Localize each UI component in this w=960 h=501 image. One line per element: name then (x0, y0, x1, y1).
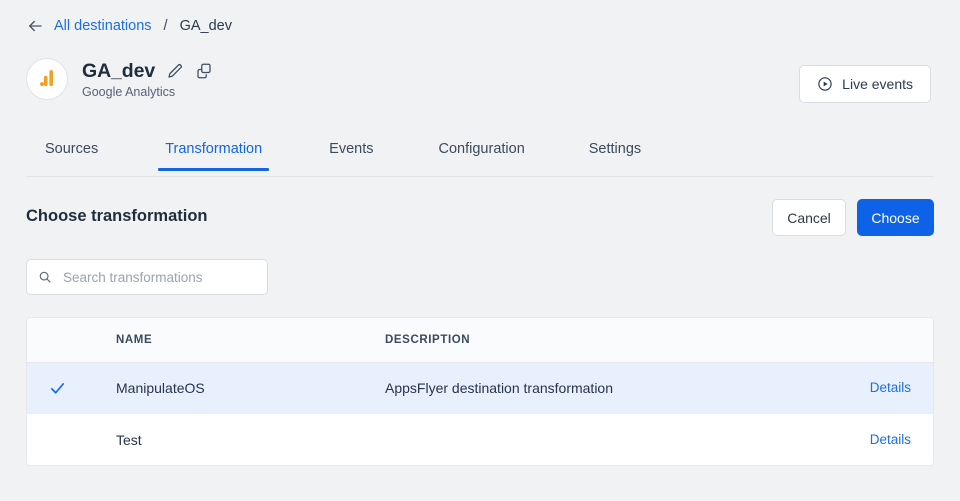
table-header-row: NAME DESCRIPTION (27, 318, 933, 363)
arrow-left-icon[interactable] (26, 17, 44, 35)
column-header-name-label: NAME (116, 334, 153, 346)
avatar (26, 58, 68, 100)
section-actions: Cancel Choose (772, 199, 934, 236)
breadcrumb: All destinations / GA_dev (26, 17, 232, 35)
google-analytics-logo (40, 70, 54, 87)
destination-meta: GA_dev Google Analytics (82, 60, 213, 99)
column-header-name: NAME (87, 334, 359, 346)
tab-bar-divider (26, 176, 934, 177)
search-box[interactable] (26, 259, 268, 295)
check-icon (50, 382, 64, 394)
row-description: AppsFlyer destination transformation (385, 380, 613, 396)
cancel-button[interactable]: Cancel (772, 199, 846, 236)
row-actions: Details (793, 379, 933, 397)
row-select-check[interactable] (27, 380, 87, 397)
destination-subtitle: Google Analytics (82, 84, 176, 99)
copy-icon[interactable] (195, 62, 213, 80)
choose-button[interactable]: Choose (857, 199, 934, 236)
row-name: Test (116, 431, 142, 448)
details-link[interactable]: Details (870, 380, 911, 395)
tab-events[interactable]: Events (323, 140, 379, 171)
tab-bar: Sources Transformation Events Configurat… (26, 140, 934, 176)
breadcrumb-current: GA_dev (179, 18, 232, 34)
section-title: Choose transformation (26, 207, 208, 225)
breadcrumb-link-all-destinations[interactable]: All destinations (54, 17, 152, 35)
tab-settings[interactable]: Settings (583, 140, 647, 171)
destination-title-row: GA_dev (82, 60, 213, 83)
tab-transformation[interactable]: Transformation (158, 140, 270, 171)
live-events-label: Live events (842, 76, 913, 92)
pencil-icon[interactable] (166, 62, 184, 80)
row-actions: Details (793, 431, 933, 449)
table-row[interactable]: ManipulateOS AppsFlyer destination trans… (27, 363, 933, 414)
page-title: GA_dev (82, 59, 156, 82)
search-icon (39, 271, 51, 283)
tab-configuration[interactable]: Configuration (433, 140, 531, 171)
destination-header: GA_dev Google Analytics (26, 58, 213, 100)
row-name: ManipulateOS (116, 380, 205, 396)
play-circle-icon (818, 77, 832, 91)
column-header-description: DESCRIPTION (359, 334, 793, 346)
tab-sources[interactable]: Sources (39, 140, 104, 171)
column-header-description-label: DESCRIPTION (385, 334, 471, 346)
live-events-button[interactable]: Live events (799, 65, 931, 103)
search-input[interactable] (61, 268, 256, 286)
page-root: All destinations / GA_dev GA_dev Google … (0, 0, 960, 501)
breadcrumb-separator: / (163, 18, 168, 34)
transformations-table: NAME DESCRIPTION ManipulateOS AppsFlyer … (26, 317, 934, 466)
details-link[interactable]: Details (870, 432, 911, 447)
table-row[interactable]: Test Details (27, 414, 933, 465)
